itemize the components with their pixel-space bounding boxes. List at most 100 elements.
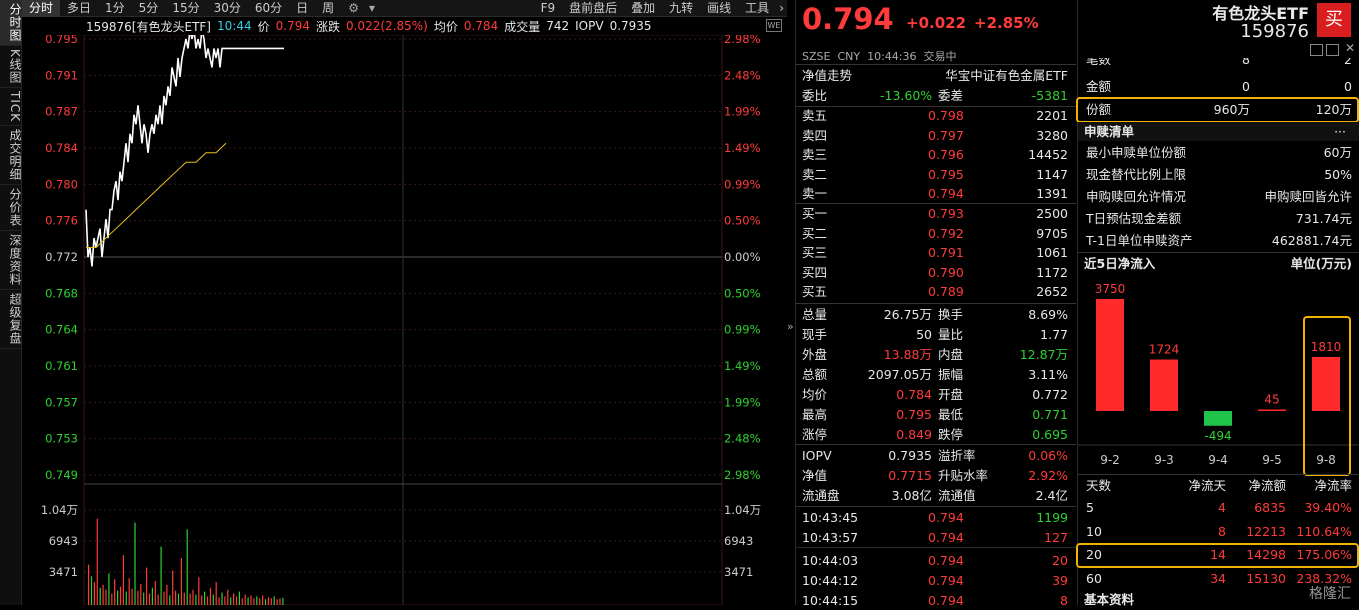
nav-trend-row[interactable]: 净值走势 华宝中证有色金属ETF [796, 66, 1076, 85]
flow-days: 10 [1086, 523, 1102, 539]
volume-bar [279, 598, 281, 605]
volume-bar [212, 594, 214, 605]
creation-header[interactable]: 申赎清单 ··· [1078, 122, 1359, 141]
tab-0[interactable]: 分时 [22, 0, 61, 17]
flow-header: 近5日净流入 单位(万元) [1078, 254, 1359, 273]
sidebar-item-4[interactable]: 分价表 [0, 185, 22, 231]
stats2-label2: 流通值 [938, 488, 976, 503]
weicha-label: 委差 [938, 88, 964, 103]
tab-1[interactable]: 多日 [60, 0, 98, 17]
sidebar-item-6[interactable]: 超级复盘 [0, 290, 22, 349]
pct-tick: 1.49% [724, 141, 761, 155]
tick-time: 10:44:12 [802, 573, 859, 588]
volume-bar [259, 598, 261, 605]
sidebar-item-1[interactable]: K线图 [0, 46, 22, 88]
bids-price: 0.792 [928, 225, 964, 241]
volume-bar [146, 567, 148, 605]
volume-bar [134, 522, 136, 605]
tool-2[interactable]: 叠加 [624, 0, 662, 17]
expand-icon[interactable]: WE [766, 19, 782, 32]
tab-4[interactable]: 15分 [165, 0, 206, 17]
tab-3[interactable]: 5分 [132, 0, 166, 17]
tick-volume: 127 [1044, 530, 1068, 545]
tick-time: 10:43:57 [802, 530, 859, 545]
stats-value2: 0.772 [1032, 387, 1068, 402]
bids-row[interactable]: 买五 0.789 2652 [796, 282, 1076, 301]
window-icon[interactable] [1310, 44, 1323, 56]
intraday-chart[interactable]: 0.795 2.98% 0.791 2.48% 0.787 1.99% 0.784 1.49%… [22, 35, 787, 605]
vol-tick: 1.04万 [41, 503, 78, 517]
asks-row[interactable]: 卖一 0.794 1391 [796, 184, 1076, 203]
flow-amt: 15130 [1246, 570, 1286, 586]
tab-2[interactable]: 1分 [98, 0, 132, 17]
volume-bar [122, 555, 124, 605]
sidebar-item-3[interactable]: 成交明细 [0, 126, 22, 185]
bids-row[interactable]: 买三 0.791 1061 [796, 243, 1076, 262]
basic-info-title: 基本资料 [1084, 592, 1135, 607]
stats2-value1: 0.7715 [888, 468, 932, 483]
volume-bar [201, 595, 203, 605]
asks-row[interactable]: 卖四 0.797 3280 [796, 126, 1076, 145]
stats-value1: 26.75万 [883, 307, 932, 322]
bids-row[interactable]: 买一 0.793 2500 [796, 204, 1076, 223]
asks-price: 0.794 [928, 186, 964, 201]
sidebar-item-5[interactable]: 深度资料 [0, 231, 22, 290]
volume-bar [157, 594, 159, 605]
volume-bar [125, 591, 127, 605]
tab-7[interactable]: 日 [289, 0, 315, 17]
stats-value2: 8.69% [1028, 307, 1068, 322]
asks-label: 卖一 [802, 186, 828, 201]
bids-row[interactable]: 买二 0.792 9705 [796, 224, 1076, 243]
close-icon[interactable]: ✕ [1345, 41, 1355, 55]
buy-button[interactable]: 买 [1317, 3, 1351, 37]
tick-row: 10:44:03 0.794 20 [796, 551, 1076, 570]
tool-5[interactable]: 工具 [738, 0, 776, 17]
stats2-value2: 2.92% [1028, 468, 1068, 483]
creation-label: 申购赎回允许情况 [1086, 189, 1187, 204]
more-icon[interactable]: ··· [1334, 122, 1346, 141]
sidebar-item-0[interactable]: 分时图 [0, 0, 22, 46]
bids-price: 0.789 [928, 284, 964, 299]
bids-row[interactable]: 买四 0.790 1172 [796, 263, 1076, 282]
tool-1[interactable]: 盘前盘后 [562, 0, 624, 17]
asks-price: 0.796 [928, 147, 964, 162]
stats2-value2: 0.06% [1028, 448, 1068, 463]
stats2-label1: 净值 [802, 468, 828, 483]
asks-row[interactable]: 卖二 0.795 1147 [796, 165, 1076, 184]
summary-v2: 0 [1344, 79, 1352, 94]
tab-8[interactable]: 周 [315, 0, 341, 17]
volume-bar [114, 579, 116, 605]
currency: CNY [837, 50, 861, 63]
tab-5[interactable]: 30分 [207, 0, 248, 17]
volume-bar [93, 582, 95, 605]
summary-label: 笔数 [1086, 58, 1112, 67]
creation-row: T日预估现金差额 731.74元 [1078, 209, 1359, 228]
volume-bar [163, 591, 165, 605]
layout-icon[interactable] [1326, 44, 1339, 56]
asks-row[interactable]: 卖三 0.796 14452 [796, 145, 1076, 164]
tool-4[interactable]: 画线 [700, 0, 738, 17]
price-tick: 0.764 [45, 323, 78, 337]
asks-price: 0.798 [928, 108, 964, 123]
sidebar-item-2[interactable]: TICK [0, 88, 22, 126]
asks-row[interactable]: 卖五 0.798 2201 [796, 106, 1076, 125]
stats-value1: 13.88万 [883, 347, 932, 362]
flow-bar [1258, 409, 1286, 411]
tab-6[interactable]: 60分 [248, 0, 289, 17]
volume-bar [241, 598, 243, 605]
flow-bar-label: -494 [1204, 429, 1231, 443]
volume-bar [270, 598, 272, 605]
settings-icon[interactable]: ⚙ [341, 0, 366, 17]
more-icon[interactable]: › [776, 0, 787, 17]
collapse-arrow-icon[interactable]: » [787, 320, 794, 333]
volume-bar [90, 576, 93, 605]
pct-tick: 2.48% [724, 432, 761, 446]
flow-amt: 12213 [1246, 523, 1286, 539]
tool-0[interactable]: F9 [534, 0, 563, 17]
bids-price: 0.790 [928, 264, 964, 280]
tool-3[interactable]: 九转 [662, 0, 700, 17]
stats-value2: 0.771 [1032, 407, 1068, 422]
summary-v2: 2 [1344, 58, 1352, 67]
flow-table-header: 天数 净流天 净流额 净流率 [1078, 476, 1359, 495]
dropdown-icon[interactable]: ▾ [366, 0, 378, 17]
